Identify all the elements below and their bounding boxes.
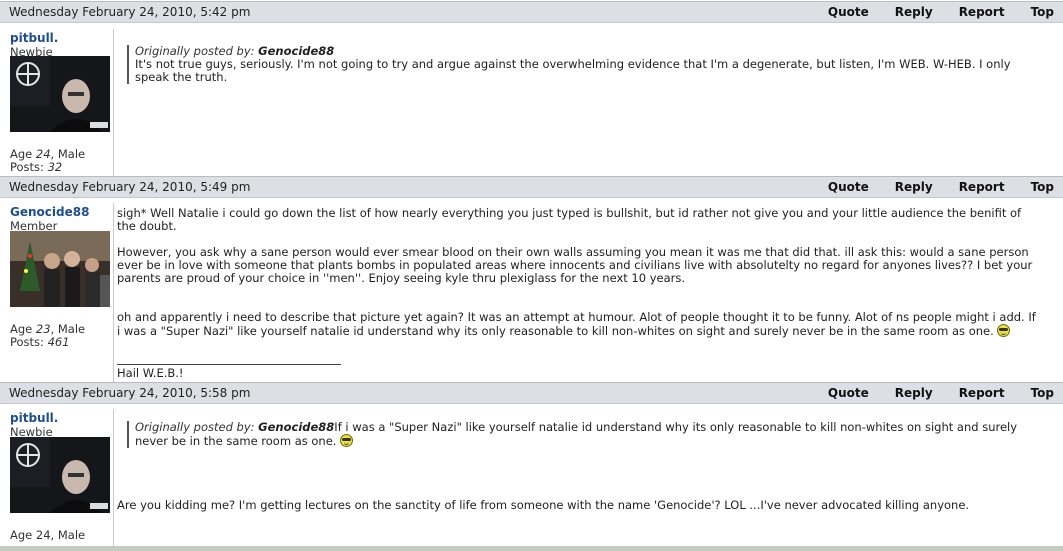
signature-divider (117, 364, 341, 365)
post-paragraph: However, you ask why a sane person would… (117, 245, 1033, 285)
post-header: Wednesday February 24, 2010, 5:42 pm Quo… (0, 1, 1063, 23)
avatar (10, 56, 110, 132)
author-age: Age 23, Male (10, 322, 86, 336)
author-post-count: Posts: 32 (10, 160, 63, 174)
quote-block: Originally posted by: Genocide88 It's no… (127, 45, 1015, 84)
post-date: Wednesday February 24, 2010, 5:58 pm (9, 386, 251, 400)
quote-block: Originally posted by: Genocide88If i was… (127, 421, 1025, 448)
avatar (10, 231, 110, 307)
post-header: Wednesday February 24, 2010, 5:58 pm Quo… (0, 382, 1063, 404)
author-name[interactable]: pitbull. (10, 31, 58, 45)
author-panel: pitbull. Newbie Age 24, Male (0, 409, 114, 546)
reply-button[interactable]: Reply (895, 5, 933, 19)
cool-smiley-icon (997, 324, 1011, 337)
author-name[interactable]: pitbull. (10, 411, 58, 425)
post-paragraph: sigh* Well Natalie i could go down the l… (117, 206, 1022, 233)
bottom-scroll-edge (0, 546, 1063, 551)
quote-author: Genocide88 (258, 420, 335, 434)
post-paragraph: oh and apparently i need to describe tha… (117, 310, 1036, 338)
post-actions: Quote Reply Report Top (802, 5, 1054, 19)
author-age: Age 24, Male (10, 147, 86, 161)
post-date: Wednesday February 24, 2010, 5:49 pm (9, 180, 251, 194)
quote-button[interactable]: Quote (828, 5, 869, 19)
author-age: Age 24, Male (10, 528, 86, 542)
report-button[interactable]: Report (959, 386, 1005, 400)
quote-button[interactable]: Quote (828, 180, 869, 194)
post-actions: Quote Reply Report Top (802, 180, 1054, 194)
quote-author: Genocide88 (258, 44, 335, 58)
top-button[interactable]: Top (1031, 386, 1054, 400)
author-panel: Genocide88 Member Age 23, Male Posts: 46… (0, 203, 114, 382)
reply-button[interactable]: Reply (895, 180, 933, 194)
top-button[interactable]: Top (1031, 5, 1054, 19)
post-date: Wednesday February 24, 2010, 5:42 pm (9, 5, 251, 19)
avatar (10, 437, 110, 513)
author-name[interactable]: Genocide88 (10, 205, 89, 219)
post-actions: Quote Reply Report Top (802, 386, 1054, 400)
quote-label: Originally posted by: (135, 420, 255, 434)
signature: Hail W.E.B.! (117, 366, 184, 380)
quote-label: Originally posted by: (135, 44, 255, 58)
top-button[interactable]: Top (1031, 180, 1054, 194)
report-button[interactable]: Report (959, 180, 1005, 194)
post-header: Wednesday February 24, 2010, 5:49 pm Quo… (0, 176, 1063, 198)
quote-text: It's not true guys, seriously. I'm not g… (135, 57, 1011, 84)
author-post-count: Posts: 461 (10, 335, 70, 349)
quote-button[interactable]: Quote (828, 386, 869, 400)
report-button[interactable]: Report (959, 5, 1005, 19)
cool-smiley-icon (340, 434, 354, 447)
reply-text: Are you kidding me? I'm getting lectures… (117, 498, 970, 512)
author-panel: pitbull. Newbie Age 24, Male Posts: 32 (0, 29, 114, 176)
reply-button[interactable]: Reply (895, 386, 933, 400)
